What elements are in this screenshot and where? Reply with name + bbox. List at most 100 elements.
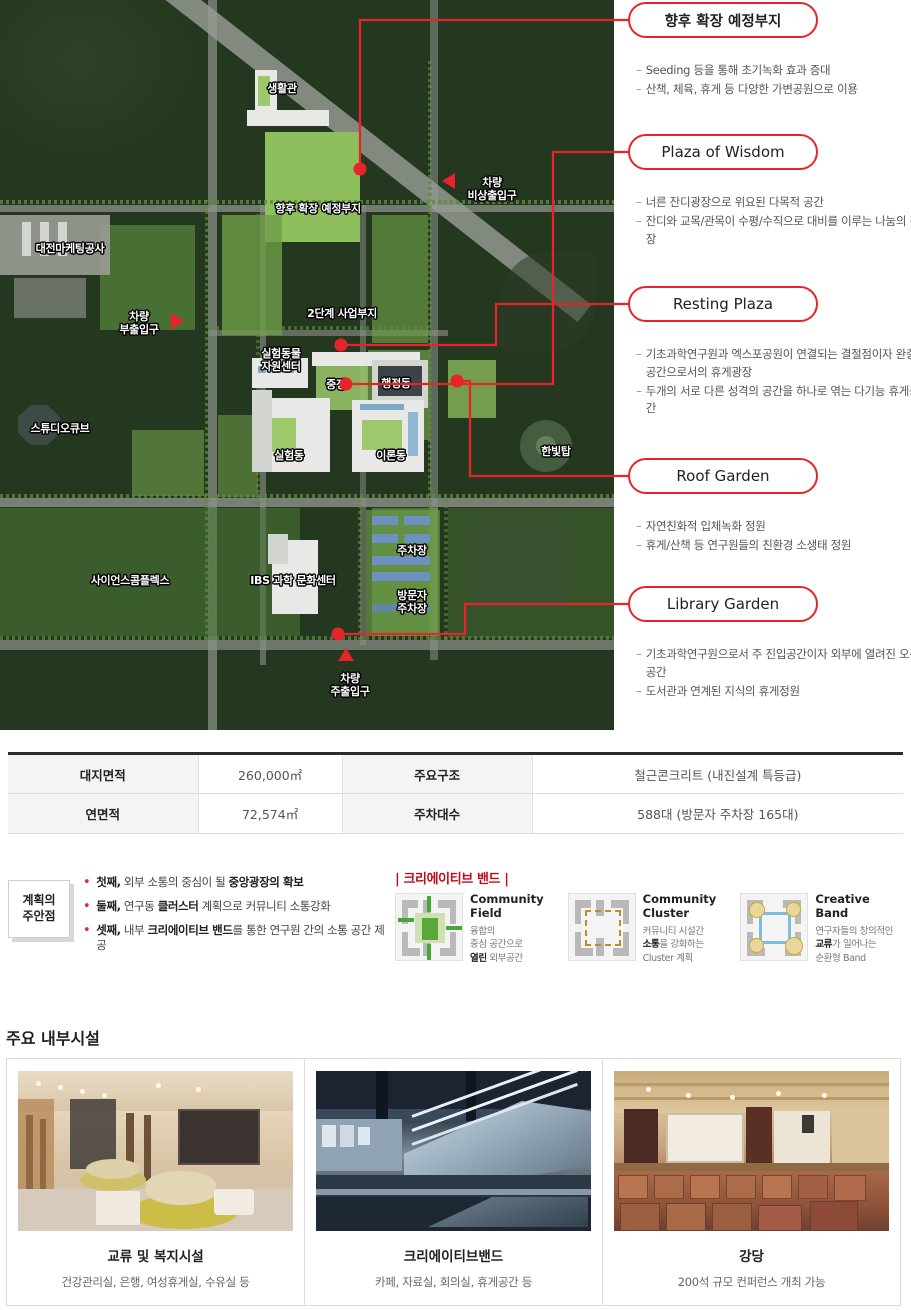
facility-name: 교류 및 복지시설 xyxy=(107,1249,204,1265)
map-label-11: 이론동 xyxy=(376,449,406,462)
facilities-section-title: 주요 내부시설 xyxy=(6,1029,100,1048)
planning-item-text: 둘째, 연구동 클러스터 계획으로 커뮤니티 소통강화 xyxy=(96,898,331,913)
callout-description-2: – 기초과학연구원과 엑스포공원이 연결되는 결절점이자 완충공간으로서의 휴게광… xyxy=(636,346,911,419)
community-cluster-diagram xyxy=(567,893,636,961)
callout-desc-line: – 도서관과 연계된 지식의 휴게정원 xyxy=(636,683,911,701)
map-label-0: 생활관 xyxy=(267,82,297,95)
map-label-4: 차량 비상출입구 xyxy=(467,176,517,202)
facility-name: 강당 xyxy=(739,1249,764,1265)
creative-band-card-creative-band: Creative Band 연구자들의 창의적인 교류가 일어나는 순환형 Ba… xyxy=(740,892,905,966)
map-label-5: 2단계 사업부지 xyxy=(307,307,377,320)
callout-desc-line: – 산책, 체육, 휴게 등 다양한 가변공원으로 이용 xyxy=(636,81,911,99)
planning-item-1: • 둘째, 연구동 클러스터 계획으로 커뮤니티 소통강화 xyxy=(83,899,393,914)
map-label-17: 차량 주출입구 xyxy=(330,672,370,698)
table-row: 연면적 72,574㎡ 주차대수 588대 (방문자 주차장 165대) xyxy=(8,793,903,834)
cb-card1-d1: 융합의 xyxy=(470,925,496,937)
cb-card3-d2-strong: 교류 xyxy=(815,939,833,951)
cb-card2-d2-strong: 소통 xyxy=(642,939,660,951)
planning-badge-line2: 주안점 xyxy=(22,909,56,923)
table-value-cell: 260,000㎡ xyxy=(198,753,343,794)
table-header-cell: 연면적 xyxy=(8,793,199,834)
callout-desc-text: Seeding 등을 통해 초기녹화 효과 증대 xyxy=(645,63,831,77)
cb-card3-name-l1: Creative xyxy=(815,892,870,906)
callout-desc-text: 자연친화적 입체녹화 정원 xyxy=(645,519,766,533)
planning-item-text: 첫째, 외부 소통의 중심이 될 중앙광장의 확보 xyxy=(96,875,304,889)
building-spec-table: 대지면적 260,000㎡ 주요구조 철근콘크리트 (내진설계 특등급) 연면적 72,5… xyxy=(8,752,903,834)
map-label-14: 사이언스콤플렉스 xyxy=(90,574,170,587)
facility-card-welfare: 교류 및 복지시설 건강관리실, 은행, 여성휴게실, 수유실 등 xyxy=(6,1058,305,1306)
bullet-dash-icon: – xyxy=(636,347,642,361)
facility-card-auditorium: 강당 200석 규모 컨퍼런스 개최 가능 xyxy=(602,1058,901,1306)
callout-desc-line: – 잔디와 교목/관목이 수평/수직으로 대비를 이루는 나눔의 광장 xyxy=(636,213,911,249)
cb-card1-d3-rest: 외부공간 xyxy=(486,953,523,965)
callout-pill-4[interactable]: Library Garden xyxy=(628,586,818,622)
bullet-dash-icon: – xyxy=(636,81,642,96)
cb-card1-name-l1: Community xyxy=(470,892,544,906)
callout-pill-1[interactable]: Plaza of Wisdom xyxy=(628,134,818,170)
table-header-cell: 대지면적 xyxy=(8,753,199,794)
table-header-cell: 주차대수 xyxy=(342,793,533,834)
callout-title: 향후 확장 예정부지 xyxy=(664,13,782,30)
table-row: 대지면적 260,000㎡ 주요구조 철근콘크리트 (내진설계 특등급) xyxy=(8,753,903,794)
bullet-dot-icon: • xyxy=(83,922,91,938)
callout-title: Resting Plaza xyxy=(672,295,774,313)
bullet-dash-icon: – xyxy=(636,519,642,533)
callout-desc-text: 잔디와 교목/관목이 수평/수직으로 대비를 이루는 나눔의 광장 xyxy=(645,213,911,246)
facility-desc: 카페, 자료실, 회의실, 휴게공간 등 xyxy=(374,1275,533,1289)
cb-card1-d3-strong: 열린 xyxy=(470,953,487,965)
callout-description-1: – 너른 잔디광장으로 위요된 다목적 공간 – 잔디와 교목/관목이 수평/수직으로… xyxy=(636,194,911,249)
callout-title: Roof Garden xyxy=(676,467,770,485)
site-plan-map: 생활관 향후 확장 예정부지 대전마케팅공사 차량 부출입구 차량 비상출입구 2단계 사… xyxy=(0,0,614,730)
callout-pill-3[interactable]: Roof Garden xyxy=(628,458,818,494)
bullet-dash-icon: – xyxy=(636,213,642,228)
facilities-card-row: 교류 및 복지시설 건강관리실, 은행, 여성휴게실, 수유실 등 크리에이티브… xyxy=(6,1058,905,1306)
callout-description-0: – Seeding 등을 통해 초기녹화 효과 증대 – 산책, 체육, 휴게 등 다… xyxy=(636,62,911,100)
planning-badge-line1: 계획의 xyxy=(22,893,56,908)
callout-desc-text: 산책, 체육, 휴게 등 다양한 가변공원으로 이용 xyxy=(645,81,858,96)
map-label-15: IBS 과학 문화센터 xyxy=(250,574,336,587)
auditorium-photo xyxy=(614,1071,889,1231)
site-plan-section: 생활관 향후 확장 예정부지 대전마케팅공사 차량 부출입구 차량 비상출입구 2단계 사… xyxy=(0,0,911,735)
cb-card2-name-l2: Cluster xyxy=(642,905,690,920)
planning-item-text: 셋째, 내부 크리에이티브 밴드를 통한 연구원 간의 소통 공간 제공 xyxy=(96,922,385,952)
callout-desc-line: – 너른 잔디광장으로 위요된 다목적 공간 xyxy=(636,194,911,212)
cb-card3-d2-rest: 가 일어나는 xyxy=(832,939,877,951)
lounge-photo xyxy=(18,1071,293,1231)
callout-desc-text: 도서관과 연계된 지식의 휴게정원 xyxy=(645,683,800,698)
planning-item-2: • 셋째, 내부 크리에이티브 밴드를 통한 연구원 간의 소통 공간 제공 xyxy=(83,923,393,953)
bullet-dash-icon: – xyxy=(636,63,642,77)
cb-card2-name-l1: Community xyxy=(642,892,717,906)
callout-desc-line: – 두개의 서로 다른 성격의 공간을 하나로 엮는 다기능 휴게공간 xyxy=(636,383,911,419)
callout-description-3: – 자연친화적 입체녹화 정원 – 휴게/산책 등 연구원들의 친환경 소생태 정원 xyxy=(636,518,911,556)
facility-name: 크리에이티브밴드 xyxy=(403,1249,504,1265)
callout-desc-line: – 기초과학연구원으로서 주 진입공간이자 외부에 열려진 오픈공간 xyxy=(636,646,911,682)
bullet-dash-icon: – xyxy=(636,647,642,661)
facility-desc: 건강관리실, 은행, 여성휴게실, 수유실 등 xyxy=(61,1275,250,1289)
vehicle-emergency-entrance-marker xyxy=(442,173,455,189)
cb-card2-d1: 커뮤니티 시설간 xyxy=(642,925,704,937)
callout-desc-line: – 휴게/산책 등 연구원들의 친환경 소생태 정원 xyxy=(636,537,911,555)
bullet-dash-icon: – xyxy=(636,195,642,209)
callout-desc-text: 기초과학연구원과 엑스포공원이 연결되는 결절점이자 완충공간으로서의 휴게광장 xyxy=(645,347,911,379)
community-field-diagram xyxy=(395,893,463,961)
planning-badge: 계획의 주안점 xyxy=(8,880,70,938)
bullet-dot-icon: • xyxy=(83,875,91,890)
creative-band-diagram xyxy=(740,893,809,961)
callout-desc-line: – 자연친화적 입체녹화 정원 xyxy=(636,518,911,536)
cb-card1-name-l2: Field xyxy=(470,905,502,920)
map-label-10: 실험동 xyxy=(274,449,304,462)
table-value-cell: 588대 (방문자 주차장 165대) xyxy=(532,793,903,834)
map-label-8: 행정동 xyxy=(381,377,411,390)
map-label-9: 스튜디오큐브 xyxy=(30,422,90,435)
atrium-stairs-photo xyxy=(316,1071,591,1231)
cb-card3-d3: 순환형 Band xyxy=(815,953,866,965)
map-label-12: 한빛탑 xyxy=(541,445,571,458)
creative-band-cards: Community Field 융합의 중심 공간으로 열린 외부공간 Comm… xyxy=(395,892,905,966)
table-value-cell: 72,574㎡ xyxy=(198,793,343,834)
callout-desc-text: 기초과학연구원으로서 주 진입공간이자 외부에 열려진 오픈공간 xyxy=(645,647,911,679)
map-label-1: 향후 확장 예정부지 xyxy=(275,202,361,215)
callout-pill-2[interactable]: Resting Plaza xyxy=(628,286,818,322)
callout-pill-0[interactable]: 향후 확장 예정부지 xyxy=(628,2,818,38)
table-value-cell: 철근콘크리트 (내진설계 특등급) xyxy=(532,753,903,794)
map-label-7: 중정 xyxy=(326,378,346,391)
